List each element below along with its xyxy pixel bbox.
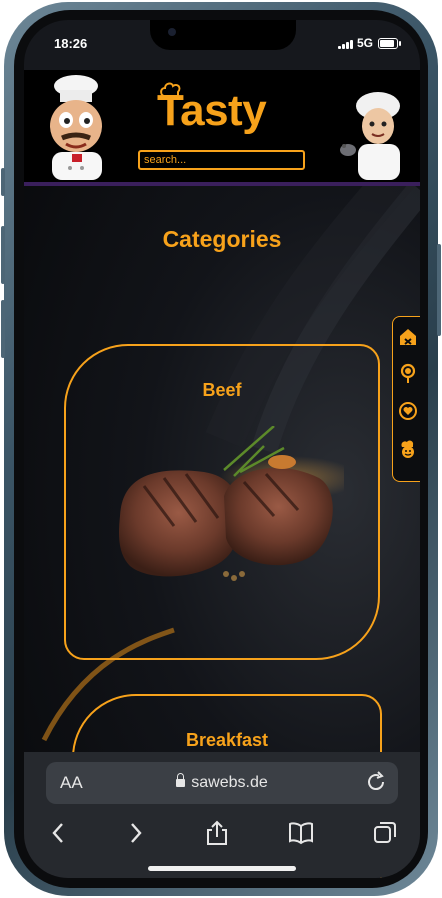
lock-icon xyxy=(176,773,186,787)
back-icon[interactable] xyxy=(46,820,72,846)
volume-up-button xyxy=(1,226,5,284)
status-bar: 18:26 5G xyxy=(24,20,420,70)
page-title: Categories xyxy=(162,226,282,252)
tabs-icon[interactable] xyxy=(372,820,398,846)
home-icon[interactable] xyxy=(398,327,418,347)
network-label: 5G xyxy=(357,36,374,50)
home-indicator xyxy=(148,866,296,871)
volume-down-button xyxy=(1,300,5,358)
reload-icon[interactable] xyxy=(364,770,388,794)
category-label: Beef xyxy=(202,380,242,400)
category-card-beef[interactable]: Beef xyxy=(64,344,380,660)
notch xyxy=(150,20,296,50)
heart-icon[interactable] xyxy=(398,401,418,421)
chef-icon[interactable] xyxy=(398,439,418,459)
battery-icon xyxy=(378,38,401,49)
side-menu xyxy=(392,316,420,482)
category-label: Breakfast xyxy=(185,730,269,750)
share-icon[interactable] xyxy=(204,820,230,846)
search-input[interactable] xyxy=(138,150,305,170)
browser-toolbar: AA sawebs.de xyxy=(24,752,420,878)
camera-icon xyxy=(168,28,176,36)
url-display[interactable]: sawebs.de xyxy=(46,773,398,792)
site-header: Tasty xyxy=(24,70,420,186)
forward-icon[interactable] xyxy=(122,820,148,846)
chef-right-image xyxy=(340,92,400,180)
pan-icon[interactable] xyxy=(398,363,418,383)
screen: 18:26 5G Tasty search... Categories Beef… xyxy=(24,20,420,878)
url-text: sawebs.de xyxy=(191,774,268,791)
chef-left-image xyxy=(50,75,102,180)
signal-icon xyxy=(338,40,354,49)
address-bar[interactable]: AA sawebs.de xyxy=(46,762,398,804)
bookmarks-icon[interactable] xyxy=(288,820,314,846)
beef-image xyxy=(119,426,344,581)
silent-switch xyxy=(1,168,5,196)
site-logo[interactable]: Tasty xyxy=(157,86,267,136)
status-time: 18:26 xyxy=(54,36,88,51)
power-button xyxy=(437,244,441,336)
